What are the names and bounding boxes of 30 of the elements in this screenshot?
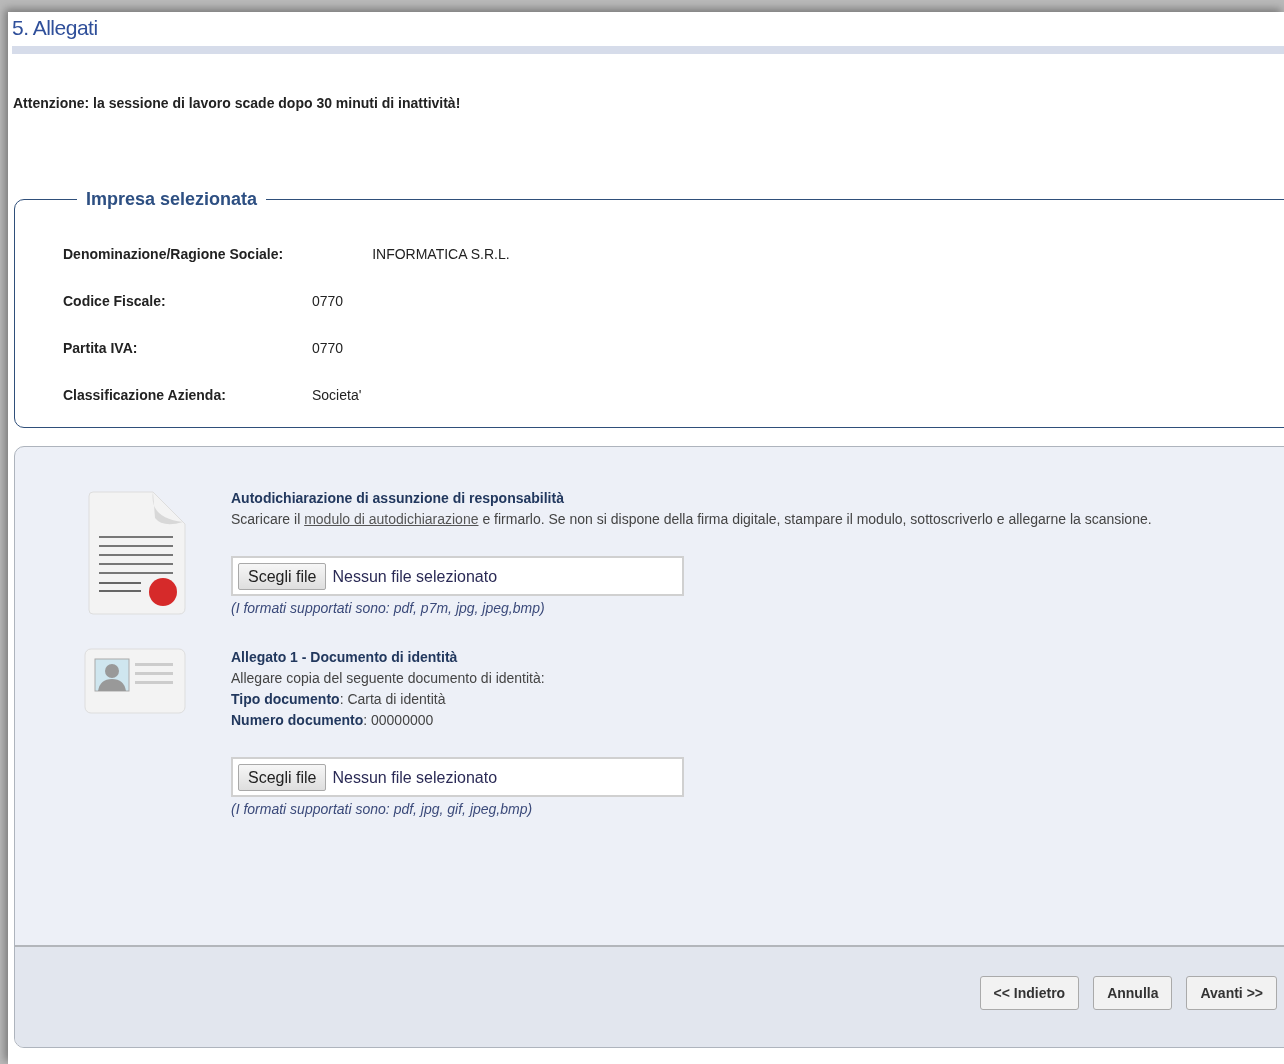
field-label: Codice Fiscale: (63, 293, 167, 309)
field-label: Partita IVA: (63, 340, 139, 356)
attachment-description: Scaricare il modulo di autodichiarazione e firmarlo. Se non si dispone della firma digitale, stampare il modulo, sottoscriverlo e allegarne la scansione. (231, 510, 1153, 529)
file-status: Nessun file selezionato (332, 566, 498, 587)
field-value: Societa' (312, 387, 362, 403)
page-title: 5. Allegati (12, 15, 99, 40)
file-input[interactable]: Scegli file Nessun file selezionato (231, 556, 684, 596)
field-value: 0770 (312, 293, 344, 309)
nav-button[interactable]: Annulla (1093, 976, 1173, 1010)
id-card-icon (83, 647, 187, 717)
field-label: Classificazione Azienda: (63, 387, 227, 403)
formats-note: (I formati supportati sono: pdf, jpg, gif, jpeg,bmp) (231, 800, 534, 819)
choose-file-button[interactable]: Scegli file (238, 562, 327, 590)
attachment-text: Tipo documento: Carta di identità (231, 690, 447, 709)
attachment-text: Numero documento: 00000000 (231, 711, 435, 730)
download-link[interactable]: modulo di autodichiarazione (304, 511, 479, 527)
file-status: Nessun file selezionato (332, 767, 498, 788)
field-value: 0770 (312, 340, 344, 356)
attachment-title: Allegato 1 - Documento di identità (231, 648, 459, 667)
attachment-title: Autodichiarazione di assunzione di responsabilità (231, 489, 565, 508)
field-value: INFORMATICA S.R.L. (372, 246, 510, 262)
choose-file-button[interactable]: Scegli file (238, 763, 327, 791)
attachment-text: Allegare copia del seguente documento di identità: (231, 669, 546, 688)
formats-note: (I formati supportati sono: pdf, p7m, jpg, jpeg,bmp) (231, 599, 546, 618)
fieldset-legend: Impresa selezionata (77, 189, 267, 210)
field-label: Denominazione/Ragione Sociale: (63, 246, 284, 262)
nav-button[interactable]: Avanti >> (1186, 976, 1277, 1010)
file-input[interactable]: Scegli file Nessun file selezionato (231, 757, 684, 797)
session-warning: Attenzione: la sessione di lavoro scade dopo 30 minuti di inattività! (13, 95, 462, 111)
nav-button[interactable]: << Indietro (979, 976, 1080, 1010)
